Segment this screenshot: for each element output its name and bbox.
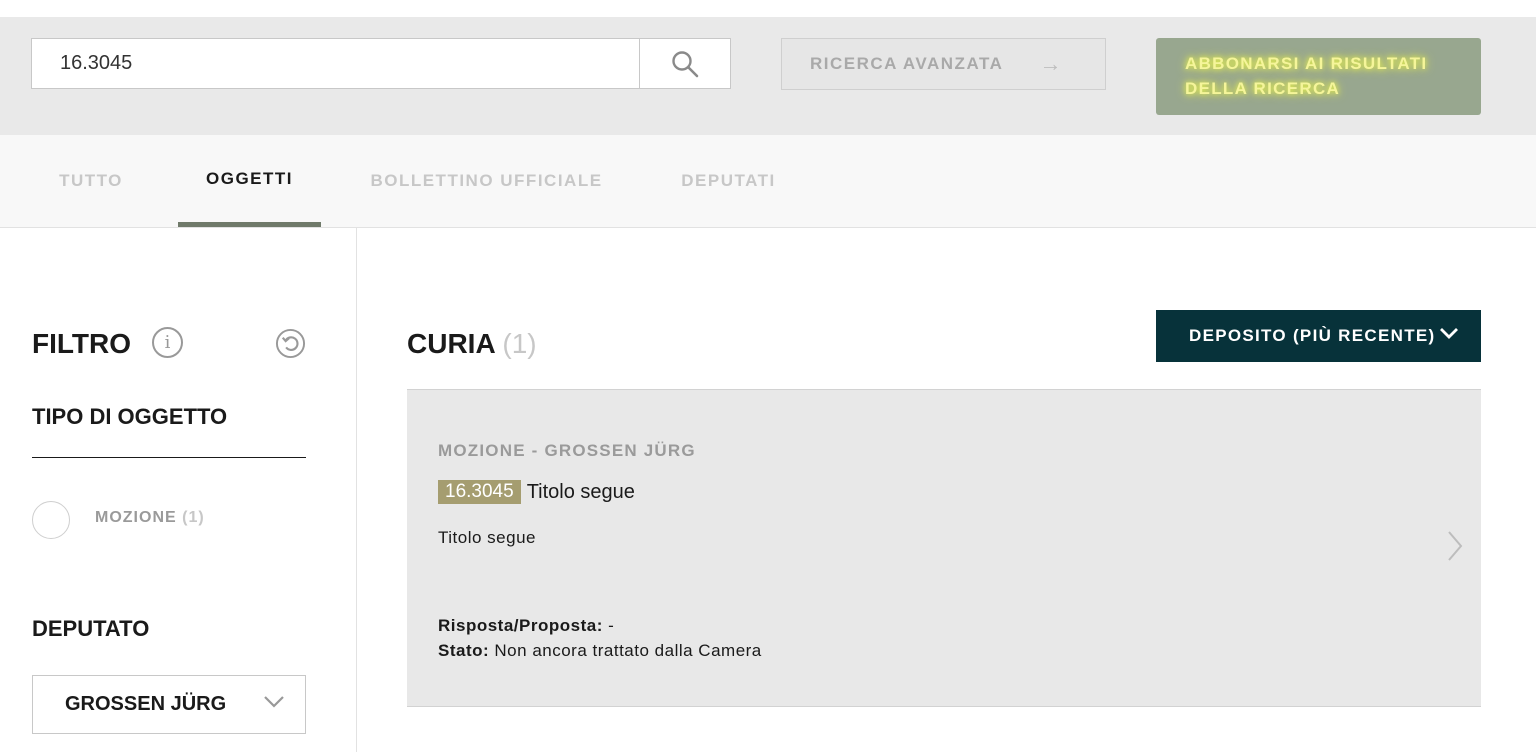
filter-title: FILTRO bbox=[32, 328, 132, 359]
deputy-selected-value: GROSSEN JÜRG bbox=[65, 693, 227, 715]
object-type-count: (1) bbox=[182, 509, 205, 526]
arrow-right-icon: → bbox=[1039, 51, 1063, 76]
tab-bollettino-ufficiale[interactable]: BOLLETTINO UFFICIALE bbox=[349, 135, 624, 227]
object-type-label: MOZIONE bbox=[95, 509, 177, 526]
search-button[interactable] bbox=[639, 38, 731, 89]
result-status-label: Stato: bbox=[438, 641, 490, 660]
result-title-row: 16.3045 Titolo segue bbox=[438, 480, 635, 504]
result-answer-value: - bbox=[608, 616, 615, 635]
top-strip bbox=[0, 0, 1536, 17]
tab-deputati[interactable]: DEPUTATI bbox=[655, 135, 802, 227]
sort-label: DEPOSITO (PIÙ RECENTE) bbox=[1189, 326, 1436, 345]
advanced-search-button[interactable]: RICERCA AVANZATA → bbox=[781, 38, 1106, 90]
search-bar: RICERCA AVANZATA → ABBONARSI AI RISULTAT… bbox=[0, 17, 1536, 135]
subscribe-label-line2: DELLA RICERCA bbox=[1185, 79, 1341, 98]
result-answer: Risposta/Proposta: - bbox=[438, 616, 614, 636]
result-title: Titolo segue bbox=[526, 480, 635, 503]
results-title-text: CURIA bbox=[407, 328, 495, 359]
result-status: Stato: Non ancora trattato dalla Camera bbox=[438, 641, 762, 661]
section-divider bbox=[32, 457, 306, 458]
chevron-down-icon bbox=[264, 696, 284, 708]
sort-dropdown[interactable]: DEPOSITO (PIÙ RECENTE) bbox=[1156, 310, 1481, 362]
result-status-value: Non ancora trattato dalla Camera bbox=[494, 641, 762, 660]
radio-mozione[interactable] bbox=[32, 501, 70, 539]
result-subtitle: Titolo segue bbox=[438, 528, 536, 547]
radio-mozione-label[interactable]: MOZIONE (1) bbox=[95, 509, 205, 527]
results-count: (1) bbox=[502, 328, 537, 359]
reset-icon[interactable] bbox=[275, 328, 306, 359]
tab-oggetti[interactable]: OGGETTI bbox=[178, 135, 321, 227]
filter-sidebar: FILTRO i TIPO DI OGGETTO MOZIONE (1) DEP… bbox=[0, 228, 357, 752]
subscribe-label-line1: ABBONARSI AI RISULTATI bbox=[1185, 54, 1428, 73]
object-type-title: TIPO DI OGGETTO bbox=[32, 404, 228, 429]
chevron-right-icon bbox=[1448, 531, 1463, 561]
search-input[interactable] bbox=[31, 38, 641, 89]
result-answer-label: Risposta/Proposta: bbox=[438, 616, 603, 635]
search-icon bbox=[672, 50, 699, 77]
tab-tutto[interactable]: TUTTO bbox=[31, 135, 151, 227]
subscribe-results-button[interactable]: ABBONARSI AI RISULTATI DELLA RICERCA bbox=[1156, 38, 1481, 115]
tab-bar: TUTTO OGGETTI BOLLETTINO UFFICIALE DEPUT… bbox=[0, 135, 1536, 228]
result-type: MOZIONE - GROSSEN JÜRG bbox=[438, 441, 696, 460]
result-id-badge: 16.3045 bbox=[438, 480, 521, 504]
chevron-down-icon bbox=[1440, 328, 1458, 339]
advanced-search-label: RICERCA AVANZATA bbox=[810, 54, 1004, 73]
deputy-select[interactable]: GROSSEN JÜRG bbox=[32, 675, 306, 734]
deputy-title: DEPUTATO bbox=[32, 616, 150, 641]
results-title: CURIA (1) bbox=[407, 328, 537, 360]
info-icon[interactable]: i bbox=[152, 327, 183, 358]
result-card[interactable]: MOZIONE - GROSSEN JÜRG 16.3045 Titolo se… bbox=[407, 389, 1481, 707]
results-panel: CURIA (1) DEPOSITO (PIÙ RECENTE) MOZIONE… bbox=[357, 228, 1536, 752]
